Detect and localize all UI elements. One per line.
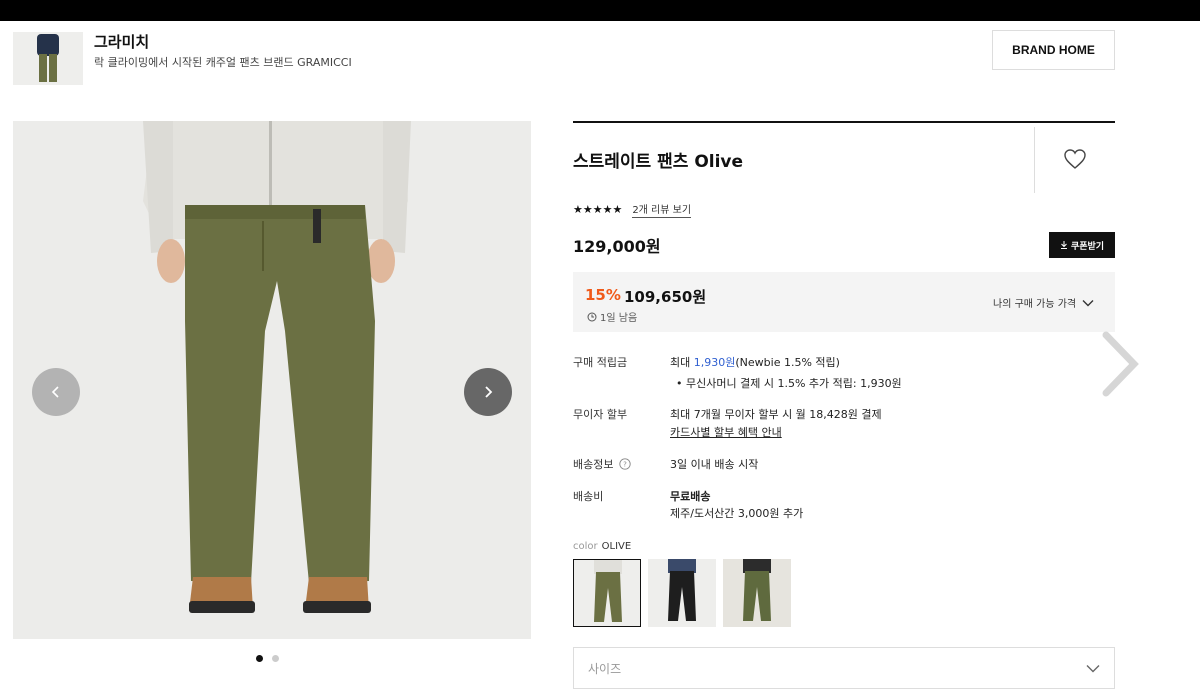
clock-icon [587,312,597,321]
brand-name[interactable]: 그라미치 [94,31,149,52]
original-price: 129,000원 [573,237,661,256]
size-placeholder: 사이즈 [588,661,622,676]
download-icon [1060,241,1067,249]
shipping-fee-label: 배송비 [573,490,604,503]
svg-text:?: ? [624,461,628,469]
color-label: color [573,541,598,552]
help-icon[interactable]: ? [619,458,632,470]
shipping-fee-extra: 제주/도서산간 3,000원 추가 [670,507,804,520]
brand-thumbnail[interactable] [13,32,83,85]
brand-description: 락 클라이밍에서 시작된 캐주얼 팬츠 브랜드 GRAMICCI [94,56,352,69]
discount-percent: 15% [585,286,621,304]
color-swatch-alt[interactable] [723,559,791,627]
divider [1034,127,1035,193]
coupon-label: 쿠폰받기 [1070,241,1105,252]
color-value: OLIVE [601,541,632,552]
points-label: 구매 적립금 [573,356,628,369]
points-extra-text: 무신사머니 결제 시 1.5% 추가 적립: 1,930원 [686,377,902,390]
chevron-left-icon [51,386,59,398]
rating-stars: ★★★★★ [573,203,623,216]
deal-timer: 1일 남음 [587,309,637,324]
my-price-toggle[interactable]: 나의 구매 가능 가격 [993,295,1094,310]
coupon-button[interactable]: 쿠폰받기 [1049,232,1115,258]
review-link[interactable]: 2개 리뷰 보기 [632,201,692,218]
points-value: 최대 1,930원(Newbie 1.5% 적립) [670,354,840,370]
rating-row: ★★★★★ 2개 리뷰 보기 [573,201,692,218]
brand-home-button[interactable]: BRAND HOME [992,30,1115,70]
shipping-fee-text: 무료배송 [670,490,711,503]
bullet: • [676,377,686,390]
installment-link[interactable]: 카드사별 할부 혜택 안내 [670,424,782,440]
gallery-dot-2[interactable] [272,655,279,662]
my-price-label: 나의 구매 가능 가격 [993,299,1077,310]
points-amount: 1,930원 [693,356,736,369]
chevron-right-icon [485,386,493,398]
gallery-pagination [256,655,279,662]
chevron-down-icon [1086,664,1100,672]
gallery-prev-button[interactable] [32,368,80,416]
color-label-row: color OLIVE [573,541,631,552]
chevron-right-icon [1102,331,1139,397]
product-info-panel: 스트레이트 팬츠 Olive ★★★★★ 2개 리뷰 보기 129,000원 쿠… [573,121,1115,689]
product-title: 스트레이트 팬츠 Olive [573,152,744,172]
shipping-info-label-row: 배송정보 ? [573,456,632,472]
next-product-arrow[interactable] [1098,329,1142,403]
color-swatch-black[interactable] [648,559,716,627]
gallery-dot-1[interactable] [256,655,263,662]
timer-text: 1일 남음 [600,313,638,324]
deal-price-box: 15% 109,650원 1일 남음 나의 구매 가능 가격 [573,272,1115,332]
shipping-info-text: 3일 이내 배송 시작 [670,458,759,471]
color-swatch-olive[interactable] [573,559,641,627]
sale-price: 109,650원 [624,288,707,306]
installment-label: 무이자 할부 [573,408,628,421]
shipping-info-label: 배송정보 [573,458,614,471]
chevron-down-icon [1082,299,1094,306]
points-prefix: 최대 [670,356,694,369]
points-suffix: (Newbie 1.5% 적립) [735,356,840,369]
size-select[interactable]: 사이즈 [573,647,1115,689]
points-extra: • 무신사머니 결제 시 1.5% 추가 적립: 1,930원 [676,375,902,391]
installment-text: 최대 7개월 무이자 할부 시 월 18,428원 결제 [670,408,882,421]
gallery-next-button[interactable] [464,368,512,416]
product-page: 그라미치 락 클라이밍에서 시작된 캐주얼 팬츠 브랜드 GRAMICCI BR… [0,21,1200,696]
product-photo [13,121,531,639]
title-row: 스트레이트 팬츠 Olive [573,123,1115,193]
wishlist-heart-icon[interactable] [1063,148,1087,174]
product-image-gallery[interactable] [13,121,531,639]
